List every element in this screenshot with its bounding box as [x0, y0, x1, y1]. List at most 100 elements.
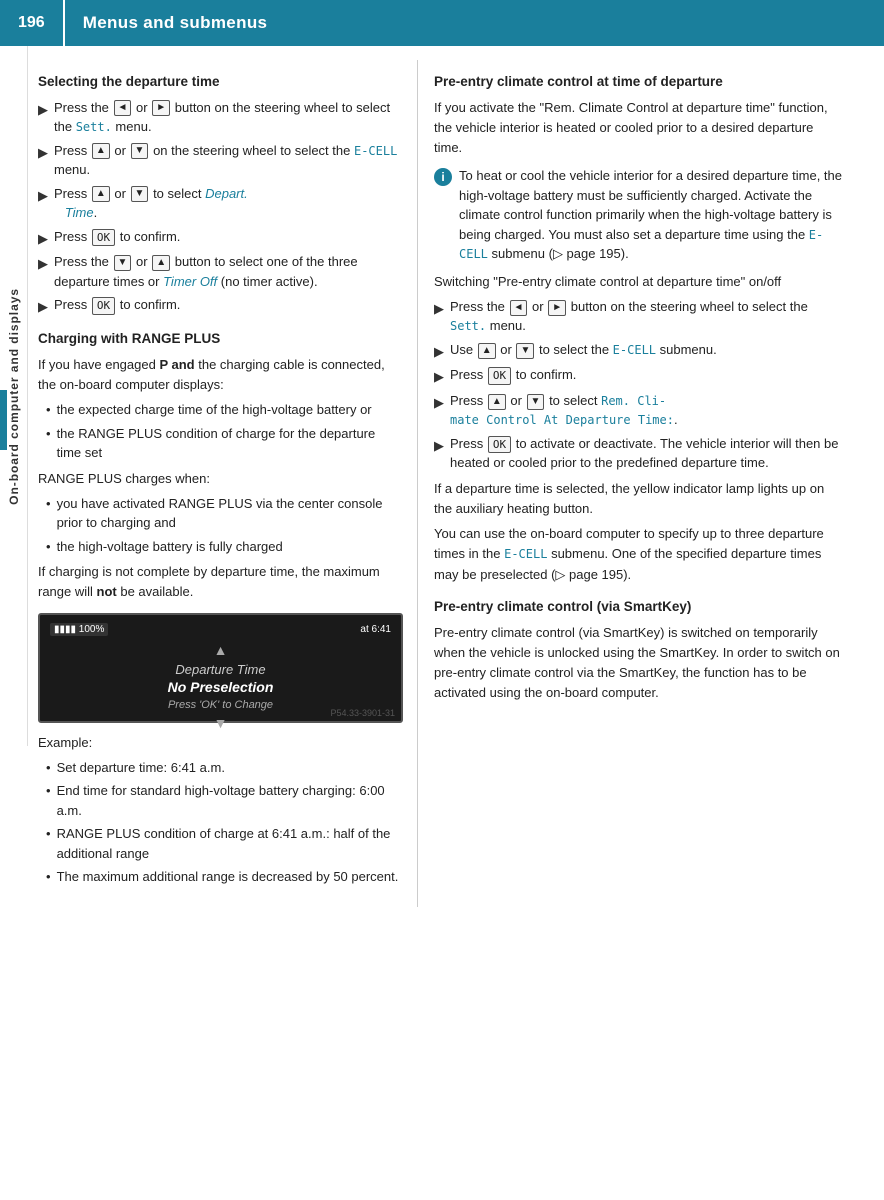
btn-down: ▼: [114, 255, 132, 271]
btn-down: ▼: [527, 394, 545, 410]
list-item-text: Press OK to confirm.: [450, 365, 576, 385]
btn-down: ▼: [131, 186, 149, 202]
bullet-text: the expected charge time of the high-vol…: [57, 400, 372, 420]
screen-watermark: P54.33-3901-31: [330, 708, 395, 718]
bullet-marker: •: [46, 781, 51, 801]
right-section1-heading: Pre-entry climate control at time of dep…: [434, 72, 842, 93]
arrow-marker: ▶: [434, 299, 444, 319]
bullet-marker: •: [46, 537, 51, 557]
list-item-text: Press ▲ or ▼ on the steering wheel to se…: [54, 141, 403, 180]
right-section1-para: If you activate the "Rem. Climate Contro…: [434, 98, 842, 158]
screen-top-bar: ▮▮▮▮ 100% at 6:41: [50, 623, 391, 636]
list-item: ▶ Press OK to confirm.: [434, 365, 842, 387]
sidebar-blue-bar: [0, 390, 7, 450]
btn-down: ▼: [516, 343, 534, 359]
link-depart-time: Depart. Time: [54, 186, 248, 221]
sidebar-label-text: On-board computer and displays: [7, 288, 21, 505]
list-item-text: Press OK to confirm.: [54, 295, 180, 315]
screen-main-text: Departure Time: [50, 662, 391, 677]
list-item: • Set departure time: 6:41 a.m.: [46, 758, 403, 778]
page-title: Menus and submenus: [83, 13, 268, 33]
bullet-marker: •: [46, 424, 51, 444]
link-timer-off: Timer Off: [163, 274, 217, 289]
list-item: ▶ Press the ◄ or ► button on the steerin…: [434, 297, 842, 336]
btn-left: ◄: [114, 100, 132, 116]
bullet-text: End time for standard high-voltage batte…: [57, 781, 403, 820]
btn-ok: OK: [488, 367, 511, 384]
arrow-marker: ▶: [38, 100, 48, 120]
car-screen: ▮▮▮▮ 100% at 6:41 ▲ Departure Time No Pr…: [38, 613, 403, 723]
arrow-marker: ▶: [38, 229, 48, 249]
link-ecell: E-CELL: [354, 144, 397, 158]
bullet-text: you have activated RANGE PLUS via the ce…: [57, 494, 403, 533]
departure-time-list: ▶ Press the ◄ or ► button on the steerin…: [38, 98, 403, 317]
bullet-marker: •: [46, 494, 51, 514]
link-ecell-r: E-CELL: [613, 343, 656, 357]
bullet-text: Set departure time: 6:41 a.m.: [57, 758, 225, 778]
list-item: • RANGE PLUS condition of charge at 6:41…: [46, 824, 403, 863]
btn-up: ▲: [478, 343, 496, 359]
list-item: • the expected charge time of the high-v…: [46, 400, 403, 420]
switch-list: ▶ Press the ◄ or ► button on the steerin…: [434, 297, 842, 473]
list-item: ▶ Press ▲ or ▼ to select Rem. Cli-mate C…: [434, 391, 842, 430]
content-area: Selecting the departure time ▶ Press the…: [28, 46, 884, 907]
range-plus-bullets: • you have activated RANGE PLUS via the …: [46, 494, 403, 557]
list-item: ▶ Press the ◄ or ► button on the steerin…: [38, 98, 403, 137]
list-item-text: Press ▲ or ▼ to select Depart. Time.: [54, 184, 248, 223]
screen-time: at 6:41: [360, 624, 391, 635]
list-item-text: Press OK to confirm.: [54, 227, 180, 247]
btn-up: ▲: [92, 186, 110, 202]
btn-ok: OK: [488, 436, 511, 453]
list-item-text: Press the ◄ or ► button on the steering …: [54, 98, 403, 137]
btn-ok: OK: [92, 229, 115, 246]
arrow-marker: ▶: [38, 186, 48, 206]
btn-up: ▲: [488, 394, 506, 410]
info-box-text: To heat or cool the vehicle interior for…: [459, 166, 842, 264]
list-item: • you have activated RANGE PLUS via the …: [46, 494, 403, 533]
list-item: ▶ Press OK to activate or deactivate. Th…: [434, 434, 842, 473]
link-sett-r: Sett.: [450, 319, 486, 333]
after-switch-para2: You can use the on-board computer to spe…: [434, 524, 842, 584]
arrow-marker: ▶: [434, 367, 444, 387]
example-bullets: • Set departure time: 6:41 a.m. • End ti…: [46, 758, 403, 887]
link-sett: Sett.: [76, 120, 112, 134]
section1-heading: Selecting the departure time: [38, 72, 403, 93]
bullet-marker: •: [46, 400, 51, 420]
after-switch-para1: If a departure time is selected, the yel…: [434, 479, 842, 519]
arrow-marker: ▶: [38, 297, 48, 317]
section2-bullets: • the expected charge time of the high-v…: [46, 400, 403, 463]
list-item-text: Use ▲ or ▼ to select the E-CELL submenu.: [450, 340, 717, 360]
bullet-text: The maximum additional range is decrease…: [57, 867, 399, 887]
btn-down: ▼: [131, 143, 149, 159]
list-item: ▶ Press the ▼ or ▲ button to select one …: [38, 252, 403, 291]
btn-ok: OK: [92, 297, 115, 314]
arrow-marker: ▶: [434, 436, 444, 456]
right-section2-heading: Pre-entry climate control (via SmartKey): [434, 597, 842, 618]
example-heading: Example:: [38, 733, 403, 753]
list-item-text: Press OK to activate or deactivate. The …: [450, 434, 842, 473]
bullet-text: the high-voltage battery is fully charge…: [57, 537, 283, 557]
range-plus-heading: RANGE PLUS charges when:: [38, 469, 403, 489]
switch-heading: Switching "Pre-entry climate control at …: [434, 272, 842, 292]
bullet-marker: •: [46, 758, 51, 778]
right-column: Pre-entry climate control at time of dep…: [418, 60, 858, 907]
bullet-marker: •: [46, 824, 51, 844]
section2-footer: If charging is not complete by departure…: [38, 562, 403, 602]
info-box: i To heat or cool the vehicle interior f…: [434, 166, 842, 264]
btn-up: ▲: [92, 143, 110, 159]
list-item-text: Press the ◄ or ► button on the steering …: [450, 297, 842, 336]
bullet-text: the RANGE PLUS condition of charge for t…: [57, 424, 403, 463]
list-item: • End time for standard high-voltage bat…: [46, 781, 403, 820]
list-item: ▶ Press OK to confirm.: [38, 227, 403, 249]
link-rem-climate: Rem. Cli-mate Control At Departure Time:: [450, 394, 674, 428]
list-item: • the high-voltage battery is fully char…: [46, 537, 403, 557]
screen-arrow-up: ▲: [50, 642, 391, 658]
btn-up: ▲: [152, 255, 170, 271]
arrow-marker: ▶: [38, 143, 48, 163]
info-icon: i: [434, 168, 452, 186]
list-item: ▶ Press ▲ or ▼ to select Depart. Time.: [38, 184, 403, 223]
section2-para: If you have engaged P and the charging c…: [38, 355, 403, 395]
page-number: 196: [18, 0, 65, 46]
bullet-marker: •: [46, 867, 51, 887]
left-column: Selecting the departure time ▶ Press the…: [28, 60, 418, 907]
